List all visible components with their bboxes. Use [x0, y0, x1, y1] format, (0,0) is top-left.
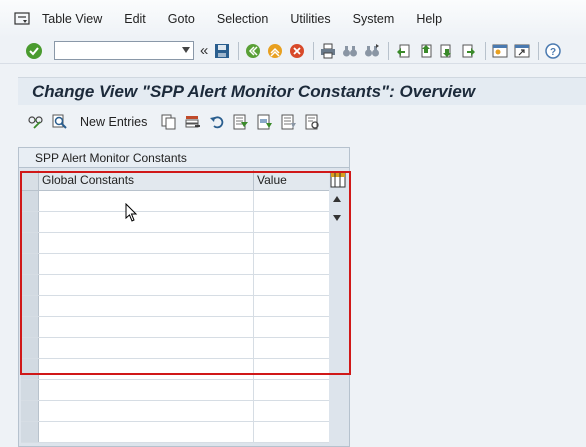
cancel-button[interactable] [287, 41, 307, 61]
print-icon [321, 43, 336, 58]
delete-rows-icon [185, 116, 201, 128]
next-page-icon [440, 44, 452, 57]
global-constant-cell[interactable] [39, 401, 254, 421]
exit-icon [268, 43, 283, 58]
magnifier-icon [52, 114, 67, 129]
checkmark-icon [26, 42, 42, 59]
back-button[interactable] [243, 41, 263, 61]
background-panel [350, 137, 586, 447]
enter-button[interactable] [24, 41, 44, 61]
application-toolbar: New Entries [18, 108, 586, 136]
mouse-cursor-icon [125, 203, 138, 222]
detail-view-button[interactable] [50, 112, 70, 132]
exit-button[interactable] [265, 41, 285, 61]
table-title: SPP Alert Monitor Constants [19, 148, 349, 168]
cancel-icon [290, 43, 305, 58]
find-next-button[interactable] [362, 41, 382, 61]
select-block-icon [257, 114, 273, 130]
shortcut-button[interactable] [512, 41, 532, 61]
first-page-button[interactable] [393, 41, 413, 61]
binoculars-next-icon [365, 43, 380, 56]
toolbar-separator [485, 41, 487, 60]
delete-button[interactable] [183, 112, 203, 132]
next-page-button[interactable] [437, 41, 457, 61]
global-constant-cell[interactable] [39, 422, 254, 442]
previous-page-icon [421, 44, 432, 57]
menu-bar: Table View Edit Goto Selection Utilities… [0, 0, 586, 38]
toolbar-separator [388, 41, 390, 60]
menu-item-goto[interactable]: Goto [168, 12, 195, 26]
row-selector[interactable] [21, 380, 39, 400]
undo-change-button[interactable] [207, 112, 227, 132]
table-row [21, 401, 329, 422]
help-button[interactable]: ? [543, 41, 563, 61]
previous-page-button[interactable] [415, 41, 435, 61]
page-title-bar: Change View "SPP Alert Monitor Constants… [18, 77, 586, 105]
toolbar-separator [538, 41, 540, 60]
toolbar-separator [238, 41, 240, 60]
menu-item-selection[interactable]: Selection [217, 12, 268, 26]
table-row [21, 422, 329, 443]
last-page-button[interactable] [459, 41, 479, 61]
save-icon [215, 43, 230, 58]
highlight-box [20, 171, 351, 375]
print-button[interactable] [318, 41, 338, 61]
menu-item-utilities[interactable]: Utilities [290, 12, 330, 26]
help-icon: ? [545, 42, 562, 59]
back-icon [246, 43, 261, 58]
system-menu-icon[interactable] [14, 12, 32, 26]
value-cell[interactable] [254, 380, 329, 400]
select-all-icon [233, 114, 249, 130]
last-page-icon [462, 44, 476, 57]
page-title: Change View "SPP Alert Monitor Constants… [32, 81, 476, 101]
select-block-button[interactable] [255, 112, 275, 132]
glasses-pencil-icon [28, 116, 43, 129]
copy-as-button[interactable] [159, 112, 179, 132]
value-cell[interactable] [254, 422, 329, 442]
undo-icon [210, 116, 224, 129]
value-cell[interactable] [254, 401, 329, 421]
chevron-down-icon[interactable] [182, 47, 190, 53]
save-button[interactable] [212, 41, 232, 61]
svg-text:?: ? [550, 47, 556, 58]
menu-item-help[interactable]: Help [416, 12, 442, 26]
list-magnifier-icon [305, 114, 320, 130]
copy-icon [161, 114, 176, 130]
menu-item-edit[interactable]: Edit [124, 12, 146, 26]
deselect-all-icon [281, 114, 297, 130]
find-button[interactable] [340, 41, 360, 61]
toolbar-separator [313, 41, 315, 60]
command-field[interactable] [54, 41, 194, 60]
standard-toolbar: « ? [0, 38, 586, 64]
table-row [21, 380, 329, 401]
double-chevron-left-icon[interactable]: « [200, 42, 208, 59]
new-session-button[interactable] [490, 41, 510, 61]
menu-item-table-view[interactable]: Table View [42, 12, 102, 26]
row-selector[interactable] [21, 401, 39, 421]
menu-item-system[interactable]: System [353, 12, 395, 26]
row-selector[interactable] [21, 422, 39, 442]
display-change-button[interactable] [26, 112, 46, 132]
new-session-icon [492, 44, 508, 57]
select-all-button[interactable] [231, 112, 251, 132]
deselect-all-button[interactable] [279, 112, 299, 132]
binoculars-icon [343, 45, 358, 56]
shortcut-icon [514, 44, 530, 57]
first-page-icon [397, 44, 410, 57]
print-field-list-button[interactable] [303, 112, 323, 132]
new-entries-button[interactable]: New Entries [80, 115, 147, 129]
global-constant-cell[interactable] [39, 380, 254, 400]
